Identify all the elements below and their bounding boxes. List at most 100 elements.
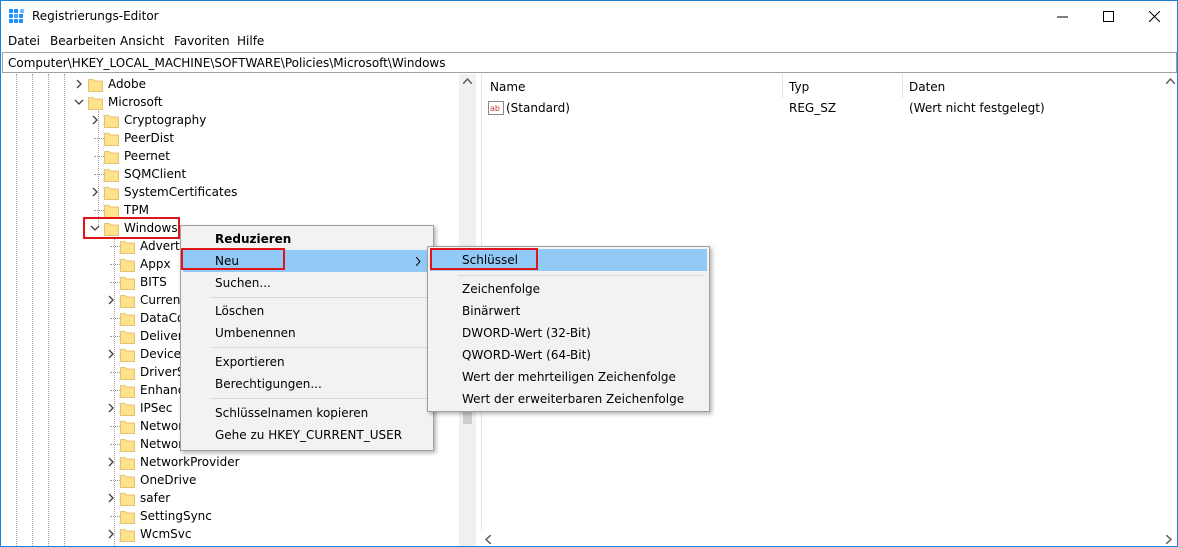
chevron-down-icon[interactable] bbox=[90, 223, 100, 233]
tree-node[interactable]: Networ bbox=[120, 435, 183, 453]
tree-node[interactable]: Cryptography bbox=[104, 111, 206, 129]
tree-connector bbox=[110, 480, 120, 481]
tree-node[interactable]: Appx bbox=[120, 255, 171, 273]
menu-item-exportieren[interactable]: Exportieren bbox=[183, 351, 431, 373]
column-header-data[interactable]: Daten bbox=[909, 80, 945, 94]
string-value-icon-label: ab bbox=[490, 104, 500, 113]
tree-connector bbox=[110, 444, 120, 445]
close-button[interactable] bbox=[1131, 1, 1177, 32]
chevron-right-icon[interactable] bbox=[106, 295, 116, 305]
tree-node[interactable]: safer bbox=[120, 489, 170, 507]
submenu-arrow-icon bbox=[416, 257, 421, 266]
submenu-item-dword[interactable]: DWORD-Wert (32-Bit) bbox=[430, 322, 707, 344]
menu-datei[interactable]: Datei bbox=[8, 34, 40, 48]
value-data: (Wert nicht festgelegt) bbox=[909, 101, 1045, 115]
menu-item-suchen[interactable]: Suchen... bbox=[183, 272, 431, 294]
menu-item-berechtigungen[interactable]: Berechtigungen... bbox=[183, 373, 431, 395]
menu-favoriten[interactable]: Favoriten bbox=[174, 34, 230, 48]
tree-node-label: Cryptography bbox=[124, 113, 207, 127]
folder-icon bbox=[104, 222, 119, 236]
tree-node[interactable]: Current bbox=[120, 291, 185, 309]
tree-node[interactable]: SystemCertificates bbox=[104, 183, 237, 201]
tree-node[interactable]: SettingSync bbox=[120, 507, 212, 525]
new-submenu: Schlüssel Zeichenfolge Binärwert DWORD-W… bbox=[427, 246, 710, 412]
column-divider[interactable] bbox=[902, 74, 903, 98]
close-icon bbox=[1148, 11, 1160, 22]
menu-bearbeiten[interactable]: Bearbeiten bbox=[50, 34, 116, 48]
values-horizontal-scrollbar[interactable] bbox=[481, 531, 1176, 546]
submenu-item-zeichenfolge[interactable]: Zeichenfolge bbox=[430, 278, 707, 300]
tree-node-label: OneDrive bbox=[140, 473, 197, 487]
submenu-item-multi-string[interactable]: Wert der mehrteiligen Zeichenfolge bbox=[430, 366, 707, 388]
folder-icon bbox=[88, 96, 103, 110]
tree-node[interactable]: Networ bbox=[120, 417, 183, 435]
submenu-item-schluessel[interactable]: Schlüssel bbox=[430, 249, 707, 271]
tree-node[interactable]: Enhanc bbox=[120, 381, 184, 399]
tree-node[interactable]: WcmSvc bbox=[120, 525, 191, 543]
tree-node[interactable]: IPSec bbox=[120, 399, 172, 417]
submenu-item-qword[interactable]: QWORD-Wert (64-Bit) bbox=[430, 344, 707, 366]
value-name: (Standard) bbox=[506, 101, 570, 115]
title-bar[interactable]: Registrierungs-Editor bbox=[1, 1, 1177, 32]
chevron-right-icon[interactable] bbox=[74, 79, 84, 89]
menu-ansicht[interactable]: Ansicht bbox=[120, 34, 164, 48]
tree-node[interactable]: Peernet bbox=[104, 147, 170, 165]
tree-node[interactable]: Adobe bbox=[88, 75, 146, 93]
chevron-right-icon[interactable] bbox=[90, 187, 100, 197]
minimize-button[interactable] bbox=[1039, 1, 1085, 32]
tree-node[interactable]: Windows bbox=[104, 219, 178, 237]
tree-node[interactable]: OneDrive bbox=[120, 471, 196, 489]
tree-node-label: Windows bbox=[124, 221, 178, 235]
tree-connector bbox=[110, 426, 120, 427]
chevron-right-icon[interactable] bbox=[106, 349, 116, 359]
tree-node-label: Peernet bbox=[124, 149, 170, 163]
values-scrollbar[interactable] bbox=[1162, 74, 1177, 546]
folder-icon bbox=[120, 510, 135, 524]
tree-node-label: Networ bbox=[140, 437, 184, 451]
folder-icon bbox=[120, 294, 135, 308]
tree-node[interactable]: NetworkProvider bbox=[120, 453, 240, 471]
folder-icon bbox=[120, 276, 135, 290]
submenu-item-binaerwert[interactable]: Binärwert bbox=[430, 300, 707, 322]
scroll-right-icon[interactable] bbox=[1166, 535, 1172, 544]
tree-node[interactable]: Devicel bbox=[120, 345, 184, 363]
scroll-up-icon[interactable] bbox=[463, 78, 472, 84]
menu-item-reduzieren[interactable]: Reduzieren bbox=[183, 228, 431, 250]
scroll-left-icon[interactable] bbox=[485, 535, 491, 544]
submenu-item-expandable-string[interactable]: Wert der erweiterbaren Zeichenfolge bbox=[430, 388, 707, 410]
tree-node-label: Enhanc bbox=[140, 383, 185, 397]
tree-node[interactable]: TPM bbox=[104, 201, 149, 219]
tree-node-label: Adobe bbox=[108, 77, 146, 91]
menu-item-gehe-zu-hkcu[interactable]: Gehe zu HKEY_CURRENT_USER bbox=[183, 424, 431, 446]
tree-node[interactable]: DataCo bbox=[120, 309, 184, 327]
tree-node-label: PeerDist bbox=[124, 131, 175, 145]
column-header-name[interactable]: Name bbox=[490, 80, 525, 94]
menu-item-neu[interactable]: Neu bbox=[183, 250, 431, 272]
scroll-up-icon[interactable] bbox=[1166, 78, 1175, 84]
maximize-button[interactable] bbox=[1085, 1, 1131, 32]
menu-hilfe[interactable]: Hilfe bbox=[237, 34, 264, 48]
menu-item-umbenennen[interactable]: Umbenennen bbox=[183, 322, 431, 344]
menu-item-schluesselnamen-kopieren[interactable]: Schlüsselnamen kopieren bbox=[183, 402, 431, 424]
folder-icon bbox=[120, 240, 135, 254]
chevron-right-icon[interactable] bbox=[106, 529, 116, 539]
folder-icon bbox=[104, 168, 119, 182]
address-bar[interactable]: Computer\HKEY_LOCAL_MACHINE\SOFTWARE\Pol… bbox=[2, 52, 1177, 73]
chevron-right-icon[interactable] bbox=[106, 403, 116, 413]
tree-node[interactable]: SQMClient bbox=[104, 165, 186, 183]
column-header-type[interactable]: Typ bbox=[789, 80, 809, 94]
tree-node[interactable]: Microsoft bbox=[88, 93, 163, 111]
chevron-right-icon[interactable] bbox=[90, 115, 100, 125]
tree-connector bbox=[110, 246, 120, 247]
column-divider[interactable] bbox=[782, 74, 783, 98]
chevron-down-icon[interactable] bbox=[74, 97, 84, 107]
chevron-right-icon[interactable] bbox=[106, 457, 116, 467]
chevron-right-icon[interactable] bbox=[106, 493, 116, 503]
menu-item-loeschen[interactable]: Löschen bbox=[183, 300, 431, 322]
tree-node[interactable]: Advertis bbox=[120, 237, 189, 255]
folder-icon bbox=[120, 456, 135, 470]
tree-connector bbox=[94, 210, 104, 211]
tree-connector bbox=[94, 174, 104, 175]
tree-node[interactable]: BITS bbox=[120, 273, 167, 291]
tree-node[interactable]: PeerDist bbox=[104, 129, 174, 147]
